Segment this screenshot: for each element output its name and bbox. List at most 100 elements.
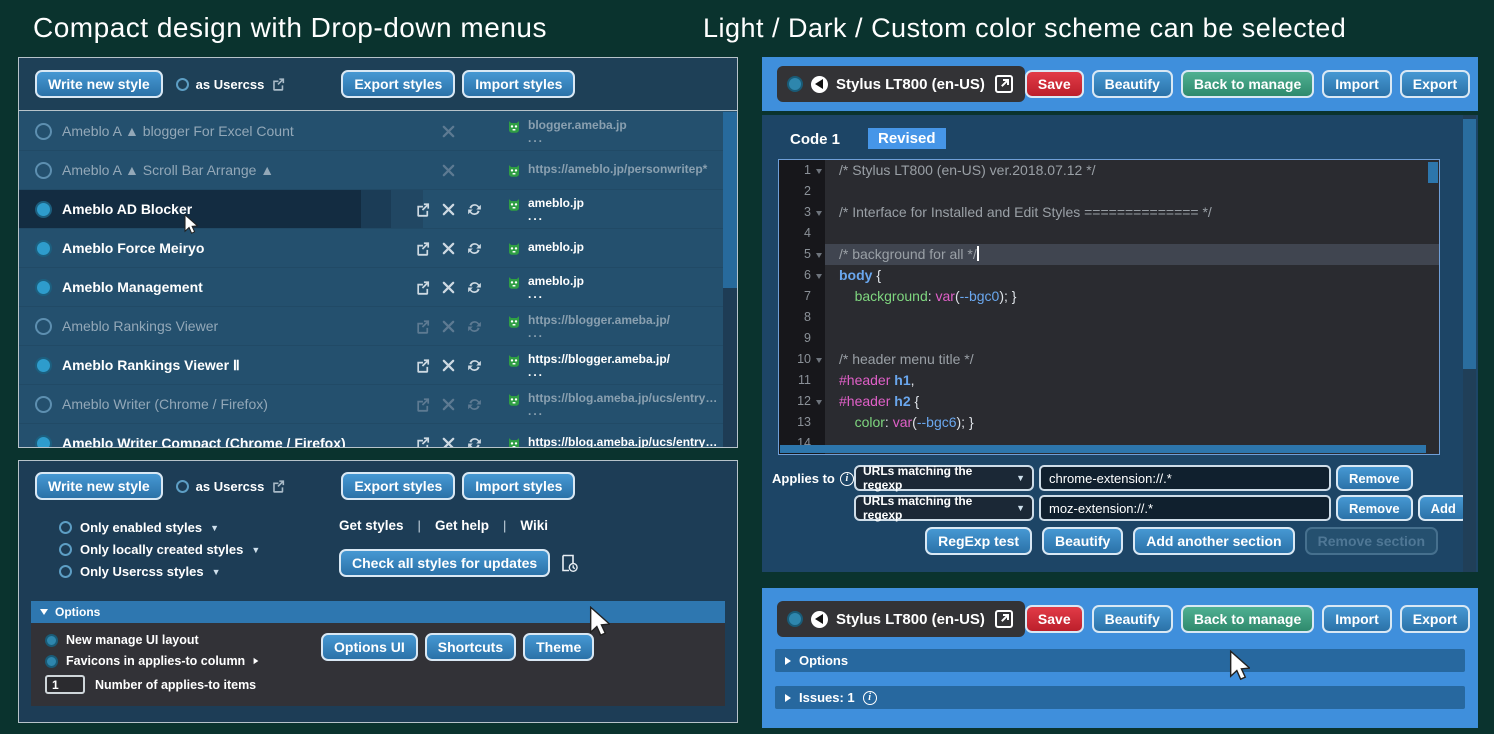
import-styles-button[interactable]: Import styles — [462, 70, 575, 98]
edit-in-new-window-icon[interactable] — [415, 280, 430, 295]
check-update-icon[interactable] — [467, 202, 482, 217]
beautify-button[interactable]: Beautify — [1092, 605, 1173, 633]
match-value-input[interactable] — [1039, 495, 1331, 521]
edit-in-new-window-icon[interactable] — [415, 397, 430, 412]
line-number[interactable]: 9 — [779, 328, 825, 349]
info-icon[interactable]: i — [840, 472, 854, 486]
beautify-button[interactable]: Beautify — [1092, 70, 1173, 98]
filter-toggle[interactable]: Only enabled styles ▼ — [59, 520, 260, 535]
more-targets-ellipsis[interactable]: ... — [528, 405, 717, 418]
list-scrollbar[interactable] — [723, 112, 737, 447]
applies-count-input[interactable] — [45, 675, 85, 694]
popout-window-icon[interactable] — [993, 608, 1015, 630]
help-link[interactable]: Wiki — [520, 518, 548, 533]
filter-toggle[interactable]: Only Usercss styles ▼ — [59, 564, 260, 579]
more-targets-ellipsis[interactable]: ... — [528, 288, 584, 301]
style-enabled-toggle[interactable] — [35, 279, 52, 296]
import-button[interactable]: Import — [1322, 70, 1392, 98]
delete-style-icon[interactable] — [441, 124, 456, 139]
style-enabled-toggle[interactable] — [787, 611, 803, 627]
style-enabled-toggle[interactable] — [35, 435, 52, 448]
edit-in-new-window-icon[interactable] — [415, 358, 430, 373]
style-enabled-toggle[interactable] — [787, 76, 803, 92]
back-icon[interactable] — [811, 611, 828, 628]
more-targets-ellipsis[interactable]: ... — [528, 210, 584, 223]
delete-style-icon[interactable] — [441, 436, 456, 448]
settings-button[interactable]: Shortcuts — [425, 633, 516, 661]
style-name[interactable]: Ameblo Rankings Viewer Ⅱ — [62, 357, 415, 374]
save-button[interactable]: Save — [1025, 70, 1084, 98]
check-update-icon[interactable] — [467, 280, 482, 295]
style-row[interactable]: Ameblo AD Blocker ameblo.jp ... — [19, 190, 723, 229]
style-enabled-toggle[interactable] — [35, 240, 52, 257]
check-update-icon[interactable] — [467, 241, 482, 256]
help-link[interactable]: Get help — [435, 518, 489, 533]
line-number[interactable]: 13 — [779, 412, 825, 433]
line-number[interactable]: 1 — [779, 160, 825, 181]
filter-radio[interactable] — [59, 543, 72, 556]
style-name[interactable]: Ameblo Management — [62, 279, 415, 295]
editor-vscrollbar-thumb[interactable] — [1428, 162, 1438, 183]
line-number[interactable]: 12 — [779, 391, 825, 412]
style-name[interactable]: Ameblo Rankings Viewer — [62, 318, 415, 334]
regexp-test-button[interactable]: RegExp test — [925, 527, 1032, 555]
popout-window-icon[interactable] — [993, 73, 1015, 95]
style-row[interactable]: Ameblo Force Meiryo ameblo.jp — [19, 229, 723, 268]
import-styles-button[interactable]: Import styles — [462, 472, 575, 500]
style-name[interactable]: Ameblo A ▲ Scroll Bar Arrange ▲ — [62, 162, 415, 178]
revised-badge[interactable]: Revised — [868, 128, 946, 149]
style-row[interactable]: Ameblo Rankings Viewer Ⅱ https://blogger… — [19, 346, 723, 385]
style-name[interactable]: Ameblo Force Meiryo — [62, 240, 415, 256]
options-accordion-collapsed[interactable]: Options — [775, 649, 1465, 672]
toggle-on-radio[interactable] — [45, 634, 58, 647]
check-update-icon[interactable] — [467, 319, 482, 334]
style-row[interactable]: Ameblo Writer (Chrome / Firefox) https:/… — [19, 385, 723, 424]
add-another-section-button[interactable]: Add another section — [1133, 527, 1294, 555]
style-row[interactable]: Ameblo A ▲ Scroll Bar Arrange ▲ https://… — [19, 151, 723, 190]
line-number[interactable]: 5 — [779, 244, 825, 265]
beautify-button[interactable]: Beautify — [1042, 527, 1123, 555]
filter-radio[interactable] — [59, 521, 72, 534]
match-type-select[interactable]: URLs matching the regexp▼ — [854, 495, 1034, 521]
check-updates-button[interactable]: Check all styles for updates — [339, 549, 550, 577]
check-update-icon[interactable] — [467, 436, 482, 448]
update-history-icon[interactable] — [559, 553, 579, 573]
style-name[interactable]: Ameblo A ▲ blogger For Excel Count — [62, 123, 415, 139]
delete-style-icon[interactable] — [441, 280, 456, 295]
style-name[interactable]: Ameblo Writer (Chrome / Firefox) — [62, 396, 415, 412]
export-button[interactable]: Export — [1400, 605, 1470, 633]
scrollbar-thumb[interactable] — [723, 112, 737, 288]
option-toggle[interactable]: New manage UI layout — [45, 633, 199, 647]
options-accordion-header[interactable]: Options — [31, 601, 725, 623]
remove-target-button[interactable]: Remove — [1336, 465, 1413, 491]
back-to-manage-button[interactable]: Back to manage — [1181, 70, 1314, 98]
edit-in-new-window-icon[interactable] — [415, 241, 430, 256]
edit-in-new-window-icon[interactable] — [415, 319, 430, 334]
line-number[interactable]: 11 — [779, 370, 825, 391]
delete-style-icon[interactable] — [441, 358, 456, 373]
usercss-radio[interactable] — [176, 480, 189, 493]
settings-button[interactable]: Theme — [523, 633, 594, 661]
line-number[interactable]: 7 — [779, 286, 825, 307]
more-targets-ellipsis[interactable]: ... — [528, 366, 670, 379]
help-link[interactable]: Get styles — [339, 518, 404, 533]
write-new-style-button[interactable]: Write new style — [35, 472, 163, 500]
line-number[interactable]: 3 — [779, 202, 825, 223]
check-update-icon[interactable] — [467, 397, 482, 412]
style-enabled-toggle[interactable] — [35, 201, 52, 218]
as-usercss-toggle[interactable]: as Usercss — [176, 77, 286, 92]
delete-style-icon[interactable] — [441, 202, 456, 217]
style-enabled-toggle[interactable] — [35, 318, 52, 335]
style-enabled-toggle[interactable] — [35, 396, 52, 413]
import-button[interactable]: Import — [1322, 605, 1392, 633]
remove-target-button[interactable]: Remove — [1336, 495, 1413, 521]
line-number[interactable]: 4 — [779, 223, 825, 244]
save-button[interactable]: Save — [1025, 605, 1084, 633]
line-number[interactable]: 10 — [779, 349, 825, 370]
style-enabled-toggle[interactable] — [35, 162, 52, 179]
line-number[interactable]: 2 — [779, 181, 825, 202]
delete-style-icon[interactable] — [441, 319, 456, 334]
delete-style-icon[interactable] — [441, 397, 456, 412]
filter-toggle[interactable]: Only locally created styles ▼ — [59, 542, 260, 557]
issues-accordion-collapsed[interactable]: Issues: 1 i — [775, 686, 1465, 709]
